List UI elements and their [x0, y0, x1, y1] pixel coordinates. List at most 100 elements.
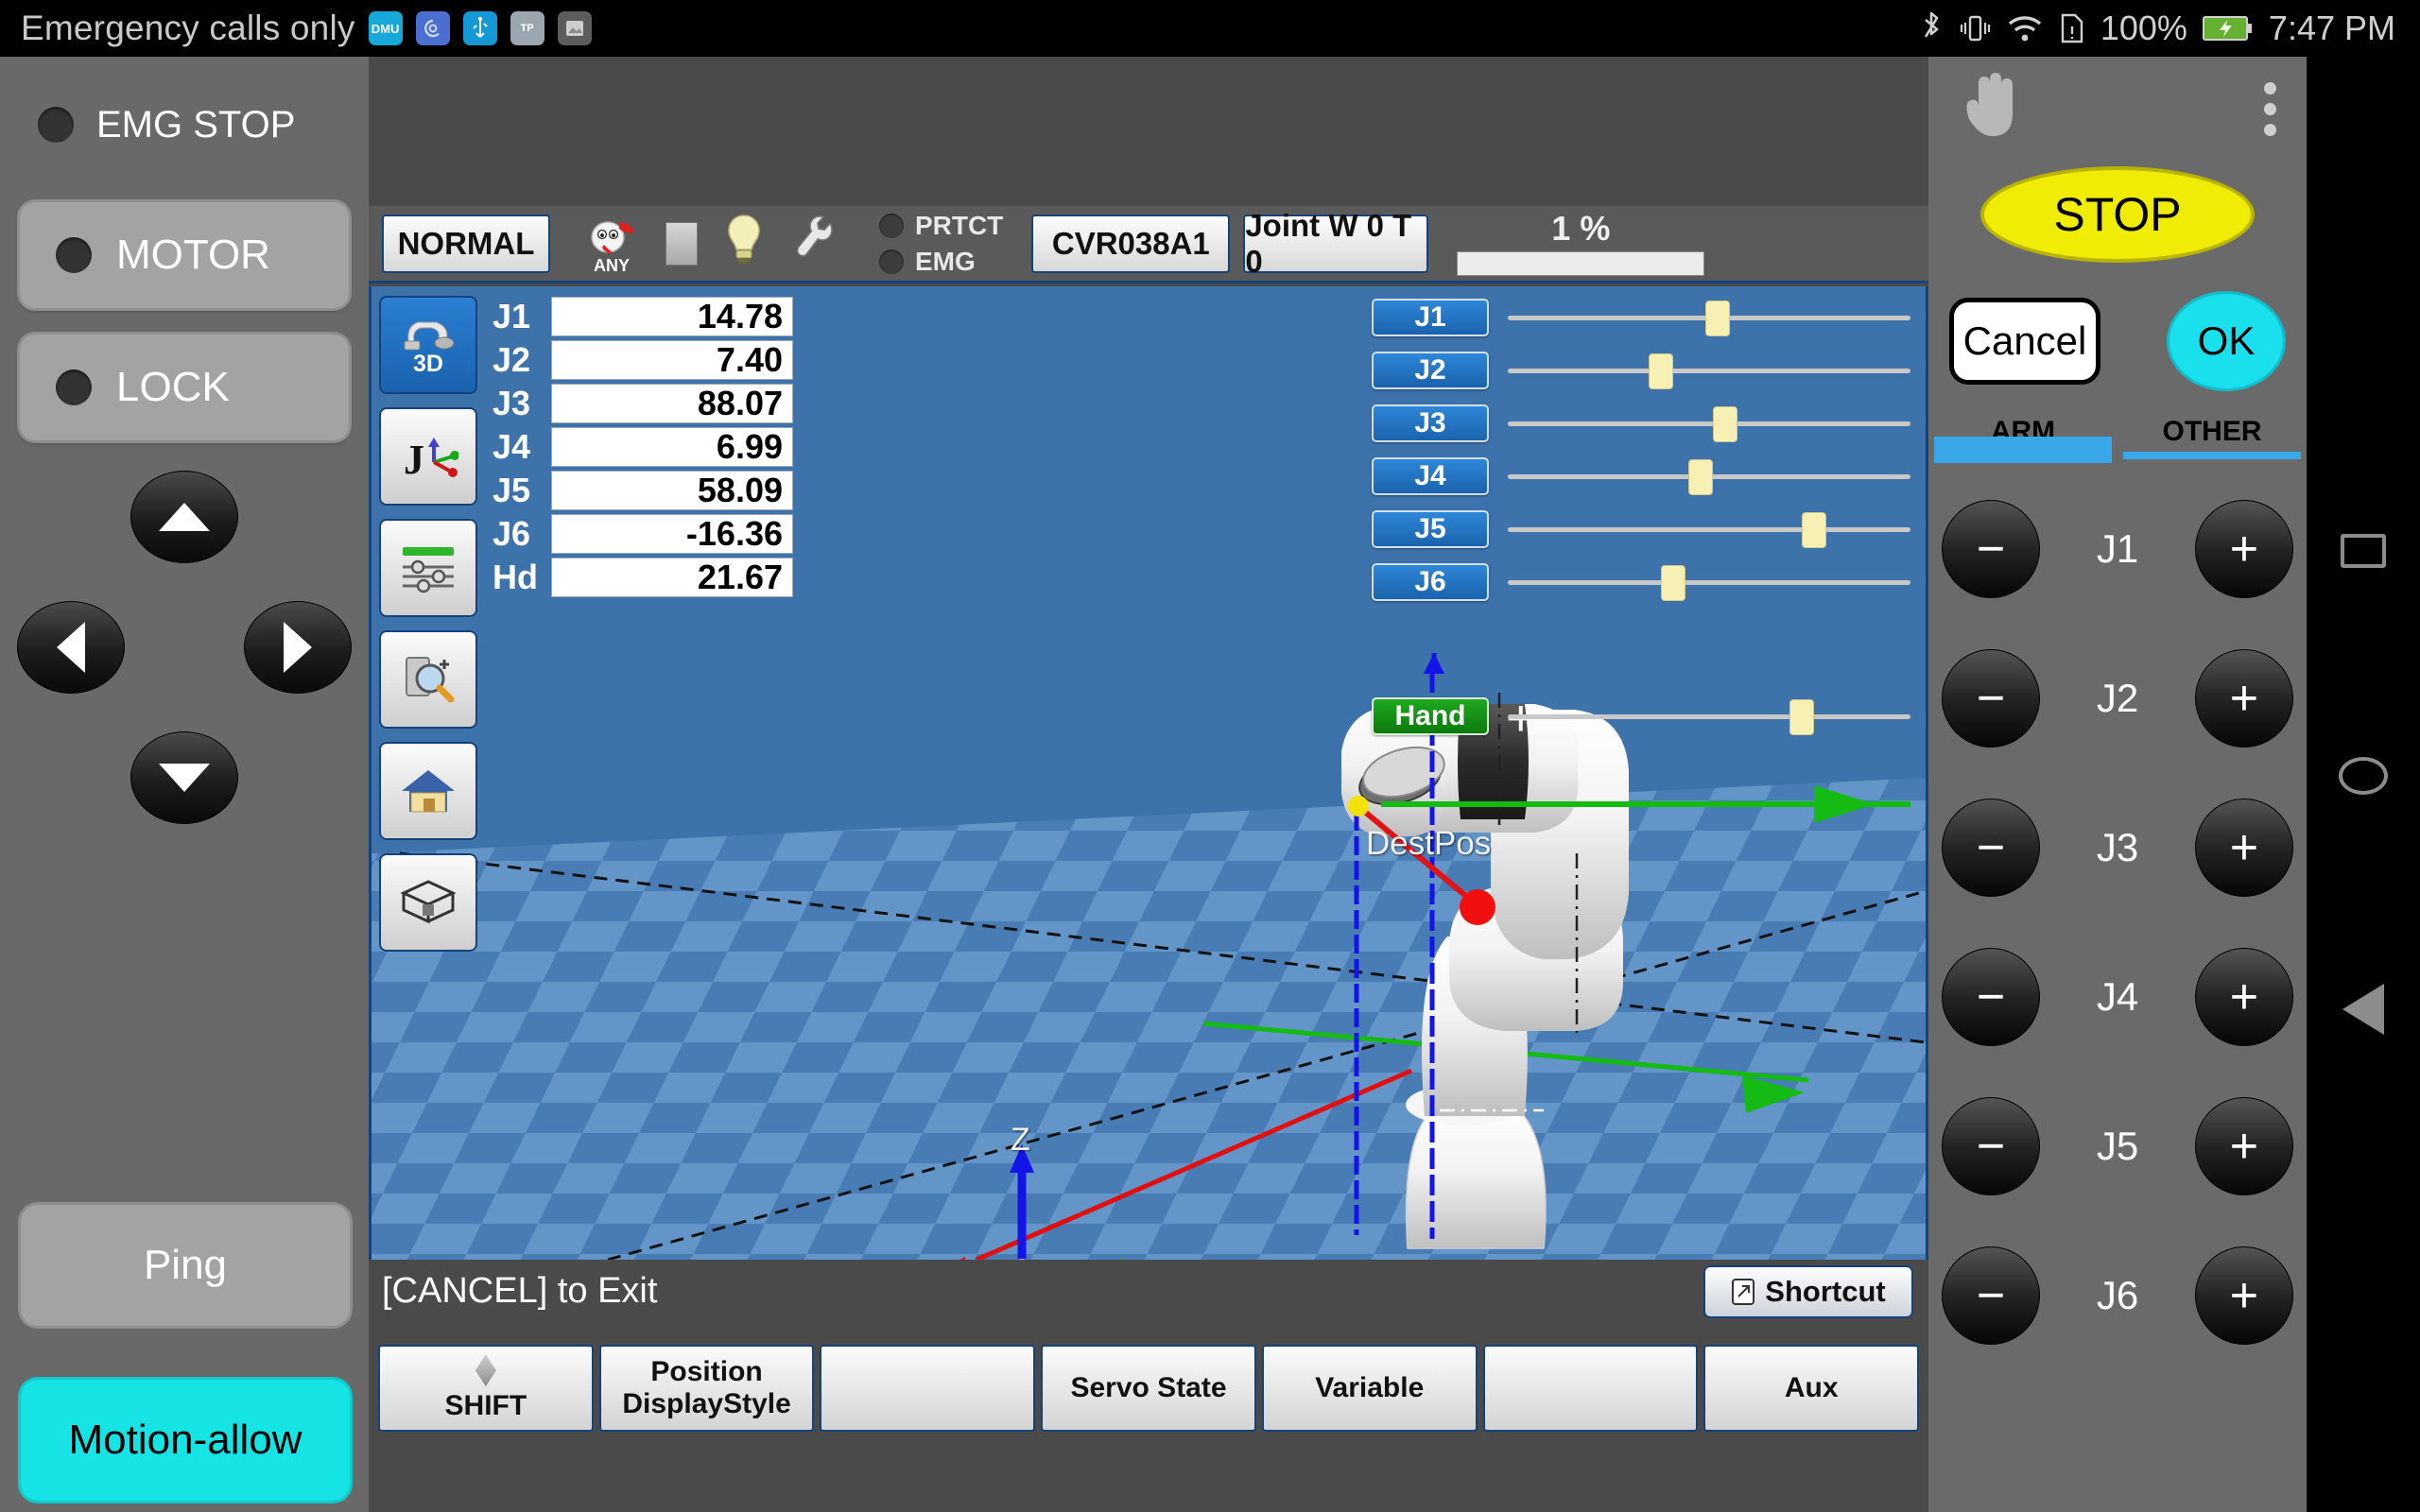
slider-label-j3[interactable]: J3: [1372, 404, 1489, 442]
jog-plus-j1[interactable]: +: [2194, 500, 2293, 598]
kebab-menu-icon[interactable]: [2264, 81, 2276, 136]
slider-track[interactable]: [1508, 510, 1910, 548]
ok-button[interactable]: OK: [2167, 291, 2286, 391]
dpad-down-button[interactable]: [130, 731, 238, 824]
back-icon[interactable]: [2342, 984, 2384, 1035]
slider-track[interactable]: [1508, 404, 1910, 442]
stop-square-icon[interactable]: [666, 221, 698, 266]
sim-card-icon: [2059, 11, 2085, 45]
home-icon[interactable]: [2339, 757, 2388, 795]
function-key[interactable]: Servo State: [1041, 1345, 1256, 1432]
jog-axis-label: J4: [2096, 974, 2139, 1019]
stop-button[interactable]: STOP: [1980, 166, 2255, 263]
toolbar-icons: ANY PRTCT EMG: [582, 211, 1003, 277]
slider-knob[interactable]: [1648, 353, 1673, 389]
jog-axis-label: J5: [2096, 1124, 2139, 1168]
jog-minus-j4[interactable]: −: [1942, 948, 2040, 1046]
joint-value[interactable]: 58.09: [551, 471, 793, 510]
function-key-label: Aux: [1784, 1372, 1839, 1404]
recents-icon[interactable]: [2341, 534, 2386, 568]
function-key[interactable]: Aux: [1703, 1345, 1920, 1432]
right-pendant-panel: STOP Cancel OK ARM OTHER − J1 + − J2 + − J3 + − J4…: [1928, 57, 2307, 1512]
jog-minus-j5[interactable]: −: [1942, 1097, 2040, 1195]
cancel-button[interactable]: Cancel: [1949, 298, 2100, 385]
slider-track[interactable]: [1508, 697, 1910, 735]
slider-knob[interactable]: [1801, 512, 1826, 548]
joint-value[interactable]: 21.67: [551, 558, 793, 597]
joint-value[interactable]: 14.78: [551, 297, 793, 336]
jog-plus-j4[interactable]: +: [2194, 948, 2293, 1046]
slider-knob[interactable]: [1660, 565, 1685, 601]
viewport-box-view-button[interactable]: [379, 853, 477, 952]
lamp-bulb-icon[interactable]: [722, 212, 766, 275]
emg-stop-lamp-icon: [38, 107, 74, 143]
jog-minus-j1[interactable]: −: [1942, 500, 2040, 598]
dpad-left-button[interactable]: [17, 601, 125, 694]
slider-knob[interactable]: [1688, 459, 1714, 495]
dpad-right-button[interactable]: [244, 601, 352, 694]
jog-minus-j2[interactable]: −: [1942, 649, 2040, 747]
joint-value[interactable]: 7.40: [551, 340, 793, 380]
hand-icon[interactable]: [1953, 70, 2027, 148]
slider-line: [1508, 714, 1910, 719]
function-key[interactable]: [1482, 1345, 1699, 1432]
viewport-slider-panel-button[interactable]: [379, 519, 477, 617]
viewport-home-button[interactable]: [379, 742, 477, 840]
any-robot-icon[interactable]: ANY: [582, 212, 641, 276]
slider-knob[interactable]: [1713, 406, 1738, 442]
jog-plus-j6[interactable]: +: [2194, 1246, 2293, 1345]
slider-track[interactable]: [1508, 299, 1910, 336]
slider-label-j1[interactable]: J1: [1372, 299, 1489, 336]
jog-plus-j2[interactable]: +: [2194, 649, 2293, 747]
joint-value[interactable]: 88.07: [551, 384, 793, 423]
joint-value[interactable]: 6.99: [551, 427, 793, 467]
jog-minus-j6[interactable]: −: [1942, 1246, 2040, 1345]
shortcut-button[interactable]: Shortcut: [1703, 1265, 1913, 1318]
slider-label-j6[interactable]: J6: [1372, 563, 1489, 601]
dpad-up-button[interactable]: [130, 471, 238, 563]
jog-plus-j3[interactable]: +: [2194, 799, 2293, 897]
slider-track[interactable]: [1508, 563, 1910, 601]
joint-slider-row: J1: [1372, 294, 1910, 341]
viewport-zoom-inspect-button[interactable]: [379, 630, 477, 729]
vibrate-icon: [1959, 11, 1991, 45]
slider-label-j5[interactable]: J5: [1372, 510, 1489, 548]
mode-button[interactable]: NORMAL: [382, 214, 550, 273]
speed-override[interactable]: 1 %: [1453, 211, 1708, 276]
function-key[interactable]: SHIFT: [378, 1345, 594, 1432]
slider-knob[interactable]: [1789, 699, 1814, 735]
slider-knob[interactable]: [1704, 301, 1730, 336]
wrench-icon[interactable]: [790, 212, 834, 275]
jog-minus-j3[interactable]: −: [1942, 799, 2040, 897]
mode-label: NORMAL: [397, 225, 535, 261]
tab-other[interactable]: OTHER: [2118, 416, 2307, 459]
viewport-jog-coord-button[interactable]: J: [379, 407, 477, 506]
slider-label-j2[interactable]: J2: [1372, 352, 1489, 389]
joint-slider-row: J5: [1372, 506, 1910, 553]
function-key[interactable]: Variable: [1261, 1345, 1478, 1432]
jog-plus-j5[interactable]: +: [2194, 1097, 2293, 1195]
slider-line: [1508, 369, 1910, 373]
speed-slider-track[interactable]: [1457, 250, 1705, 276]
slider-track[interactable]: [1508, 352, 1910, 389]
shift-diamond-icon: [475, 1354, 496, 1387]
hand-slider-label[interactable]: Hand: [1372, 697, 1489, 735]
function-key[interactable]: Position DisplayStyle: [598, 1345, 815, 1432]
ping-label: Ping: [143, 1242, 228, 1288]
slider-track[interactable]: [1508, 457, 1910, 495]
motor-button[interactable]: MOTOR: [20, 202, 349, 308]
viewport-3d-button[interactable]: 3D: [379, 296, 477, 394]
robot-3d-viewport[interactable]: Z Y X DestPos + 3D J: [369, 286, 1928, 1311]
tab-arm[interactable]: ARM: [1928, 416, 2118, 463]
robot-id-button[interactable]: CVR038A1: [1031, 214, 1231, 273]
lock-button[interactable]: LOCK: [20, 335, 349, 440]
motion-allow-button[interactable]: Motion-allow: [21, 1380, 350, 1501]
coord-mode-button[interactable]: Joint W 0 T 0: [1243, 208, 1429, 279]
left-pendant-panel: EMG STOP MOTOR LOCK Ping Motion-allow: [0, 57, 369, 1512]
function-key[interactable]: [820, 1345, 1036, 1432]
ping-button[interactable]: Ping: [21, 1205, 350, 1326]
slider-label-j4[interactable]: J4: [1372, 457, 1489, 495]
dest-pos-label: DestPos: [1366, 825, 1492, 862]
joint-value[interactable]: -16.36: [551, 514, 793, 554]
lock-label: LOCK: [116, 364, 230, 410]
